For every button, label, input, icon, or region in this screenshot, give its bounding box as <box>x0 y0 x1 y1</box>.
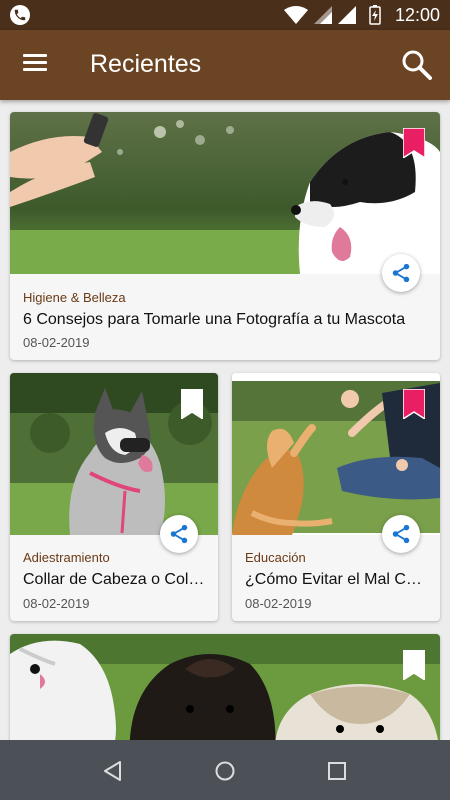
article-category: Adiestramiento <box>23 550 110 565</box>
article-title[interactable]: ¿Cómo Evitar el Mal Comportamiento? <box>245 571 429 589</box>
page-title: Recientes <box>90 50 202 78</box>
recents-square-icon[interactable] <box>324 758 350 784</box>
wifi-icon <box>284 6 308 24</box>
share-icon[interactable] <box>382 254 420 292</box>
battery-charging-icon <box>369 5 381 25</box>
article-date: 08-02-2019 <box>245 596 312 611</box>
article-title[interactable]: Collar de Cabeza o Collar Antitirones <box>23 571 207 589</box>
hamburger-menu-icon[interactable] <box>18 50 52 80</box>
article-date: 08-02-2019 <box>23 335 90 350</box>
article-category: Higiene & Belleza <box>23 290 126 305</box>
article-photo-dog-portrait <box>10 112 440 274</box>
article-date: 08-02-2019 <box>23 596 90 611</box>
status-bar: 12:00 <box>0 0 450 30</box>
back-triangle-icon[interactable] <box>100 758 126 784</box>
search-icon[interactable] <box>400 48 434 82</box>
app-bar: Recientes <box>0 30 450 100</box>
bookmark-icon[interactable] <box>403 389 425 419</box>
article-card[interactable]: Educación ¿Cómo Evitar el Mal Comportami… <box>232 373 440 621</box>
system-navigation-bar <box>0 740 450 800</box>
phone-call-icon <box>10 5 30 25</box>
bookmark-icon[interactable] <box>403 128 425 158</box>
article-card[interactable]: Adiestramiento Collar de Cabeza o Collar… <box>10 373 218 621</box>
article-category: Educación <box>245 550 306 565</box>
bookmark-icon[interactable] <box>181 389 203 419</box>
article-card[interactable]: Higiene & Belleza 6 Consejos para Tomarl… <box>10 112 440 360</box>
article-title[interactable]: 6 Consejos para Tomarle una Fotografía a… <box>23 311 428 329</box>
home-circle-icon[interactable] <box>212 758 238 784</box>
signal-icon <box>314 6 332 24</box>
status-clock: 12:00 <box>394 5 440 25</box>
bookmark-icon[interactable] <box>403 650 425 680</box>
share-icon[interactable] <box>382 515 420 553</box>
signal-full-icon <box>338 6 356 24</box>
share-icon[interactable] <box>160 515 198 553</box>
